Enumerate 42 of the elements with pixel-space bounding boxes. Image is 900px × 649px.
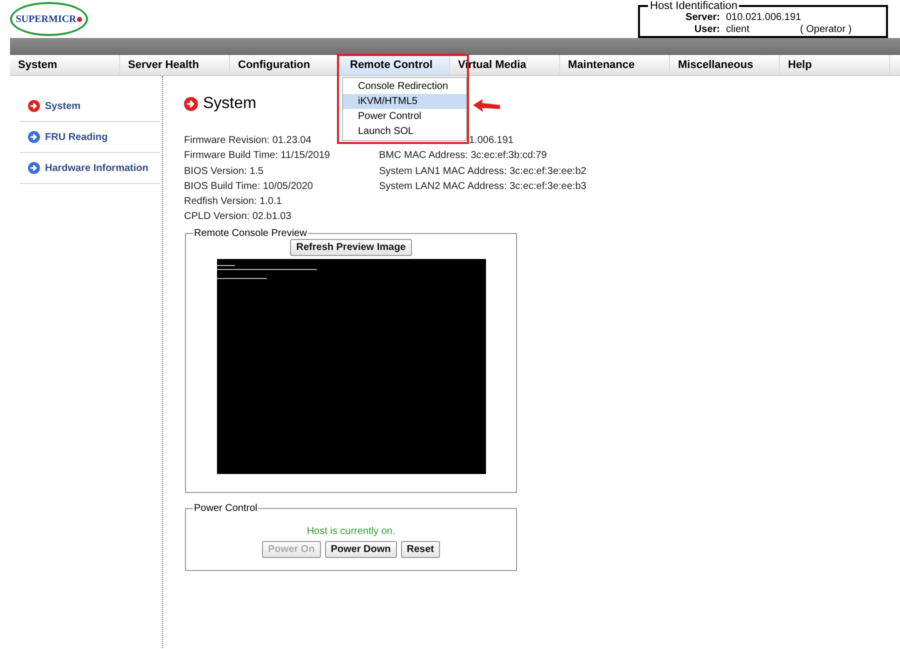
nav-tab[interactable]: Remote Control bbox=[340, 55, 450, 75]
info-text: CPLD Version: 02.b1.03 bbox=[184, 210, 292, 224]
info-text: Firmware Revision: 01.23.04 bbox=[184, 134, 312, 148]
nav-tab[interactable]: Maintenance bbox=[560, 55, 670, 75]
field-label: User: bbox=[693, 24, 721, 36]
info-text: Redfish Version: 1.0.1 bbox=[184, 195, 282, 210]
arrow-circle-icon bbox=[184, 97, 198, 111]
field-value: 010.021.006.191 bbox=[726, 12, 800, 24]
nav-tab[interactable]: Server Health bbox=[120, 55, 230, 75]
refresh-button[interactable]: Refresh Preview Image bbox=[290, 238, 412, 256]
logo: SUPERMICR bbox=[10, 2, 88, 36]
field-value: client bbox=[726, 24, 750, 36]
info-text: 1.006.191 bbox=[469, 134, 514, 148]
arrow-circle-icon bbox=[28, 162, 40, 174]
arrow-circle-icon bbox=[28, 100, 40, 112]
power-button[interactable]: Reset bbox=[400, 540, 440, 558]
info-text: System LAN2 MAC Address: 3c:ec:ef:3e:ee:b3 bbox=[379, 180, 586, 194]
user-role: ( Operator ) bbox=[800, 24, 852, 36]
field-label: Server: bbox=[684, 12, 721, 24]
nav-tab[interactable]: Help bbox=[780, 55, 890, 75]
nav-tab[interactable]: System bbox=[10, 55, 120, 75]
sidebar-item[interactable]: System bbox=[20, 91, 160, 122]
arrow-circle-icon bbox=[28, 131, 40, 143]
pointer-arrow-icon bbox=[473, 99, 501, 113]
info-text: BMC MAC Address: 3c:ec:ef:3b:cd:79 bbox=[379, 149, 547, 164]
status-text: Host is currently on. bbox=[306, 526, 396, 537]
info-text: BIOS Version: 1.5 bbox=[184, 164, 264, 179]
menu-item[interactable]: Power Control bbox=[343, 109, 466, 124]
page-title: System bbox=[203, 95, 256, 113]
info-text: Firmware Build Time: 11/15/2019 bbox=[184, 149, 330, 164]
nav-tab[interactable]: Miscellaneous bbox=[670, 55, 780, 75]
sidebar-item[interactable]: Hardware Information bbox=[20, 153, 160, 184]
panel-title: Remote Console Preview bbox=[193, 228, 308, 239]
info-text: System LAN1 MAC Address: 3c:ec:ef:3e:ee:b2 bbox=[379, 164, 586, 179]
menu-item[interactable]: Console Redirection bbox=[343, 79, 466, 94]
menu-item[interactable]: Launch SOL bbox=[343, 124, 466, 139]
info-text: BIOS Build Time: 10/05/2020 bbox=[184, 180, 313, 194]
power-button[interactable]: Power Down bbox=[324, 540, 397, 558]
menu-item[interactable]: iKVM/HTML5 bbox=[343, 94, 466, 109]
panel-title: Host Identification bbox=[649, 0, 738, 12]
panel-title: Power Control bbox=[193, 502, 258, 514]
sidebar-item[interactable]: FRU Reading bbox=[20, 122, 160, 153]
